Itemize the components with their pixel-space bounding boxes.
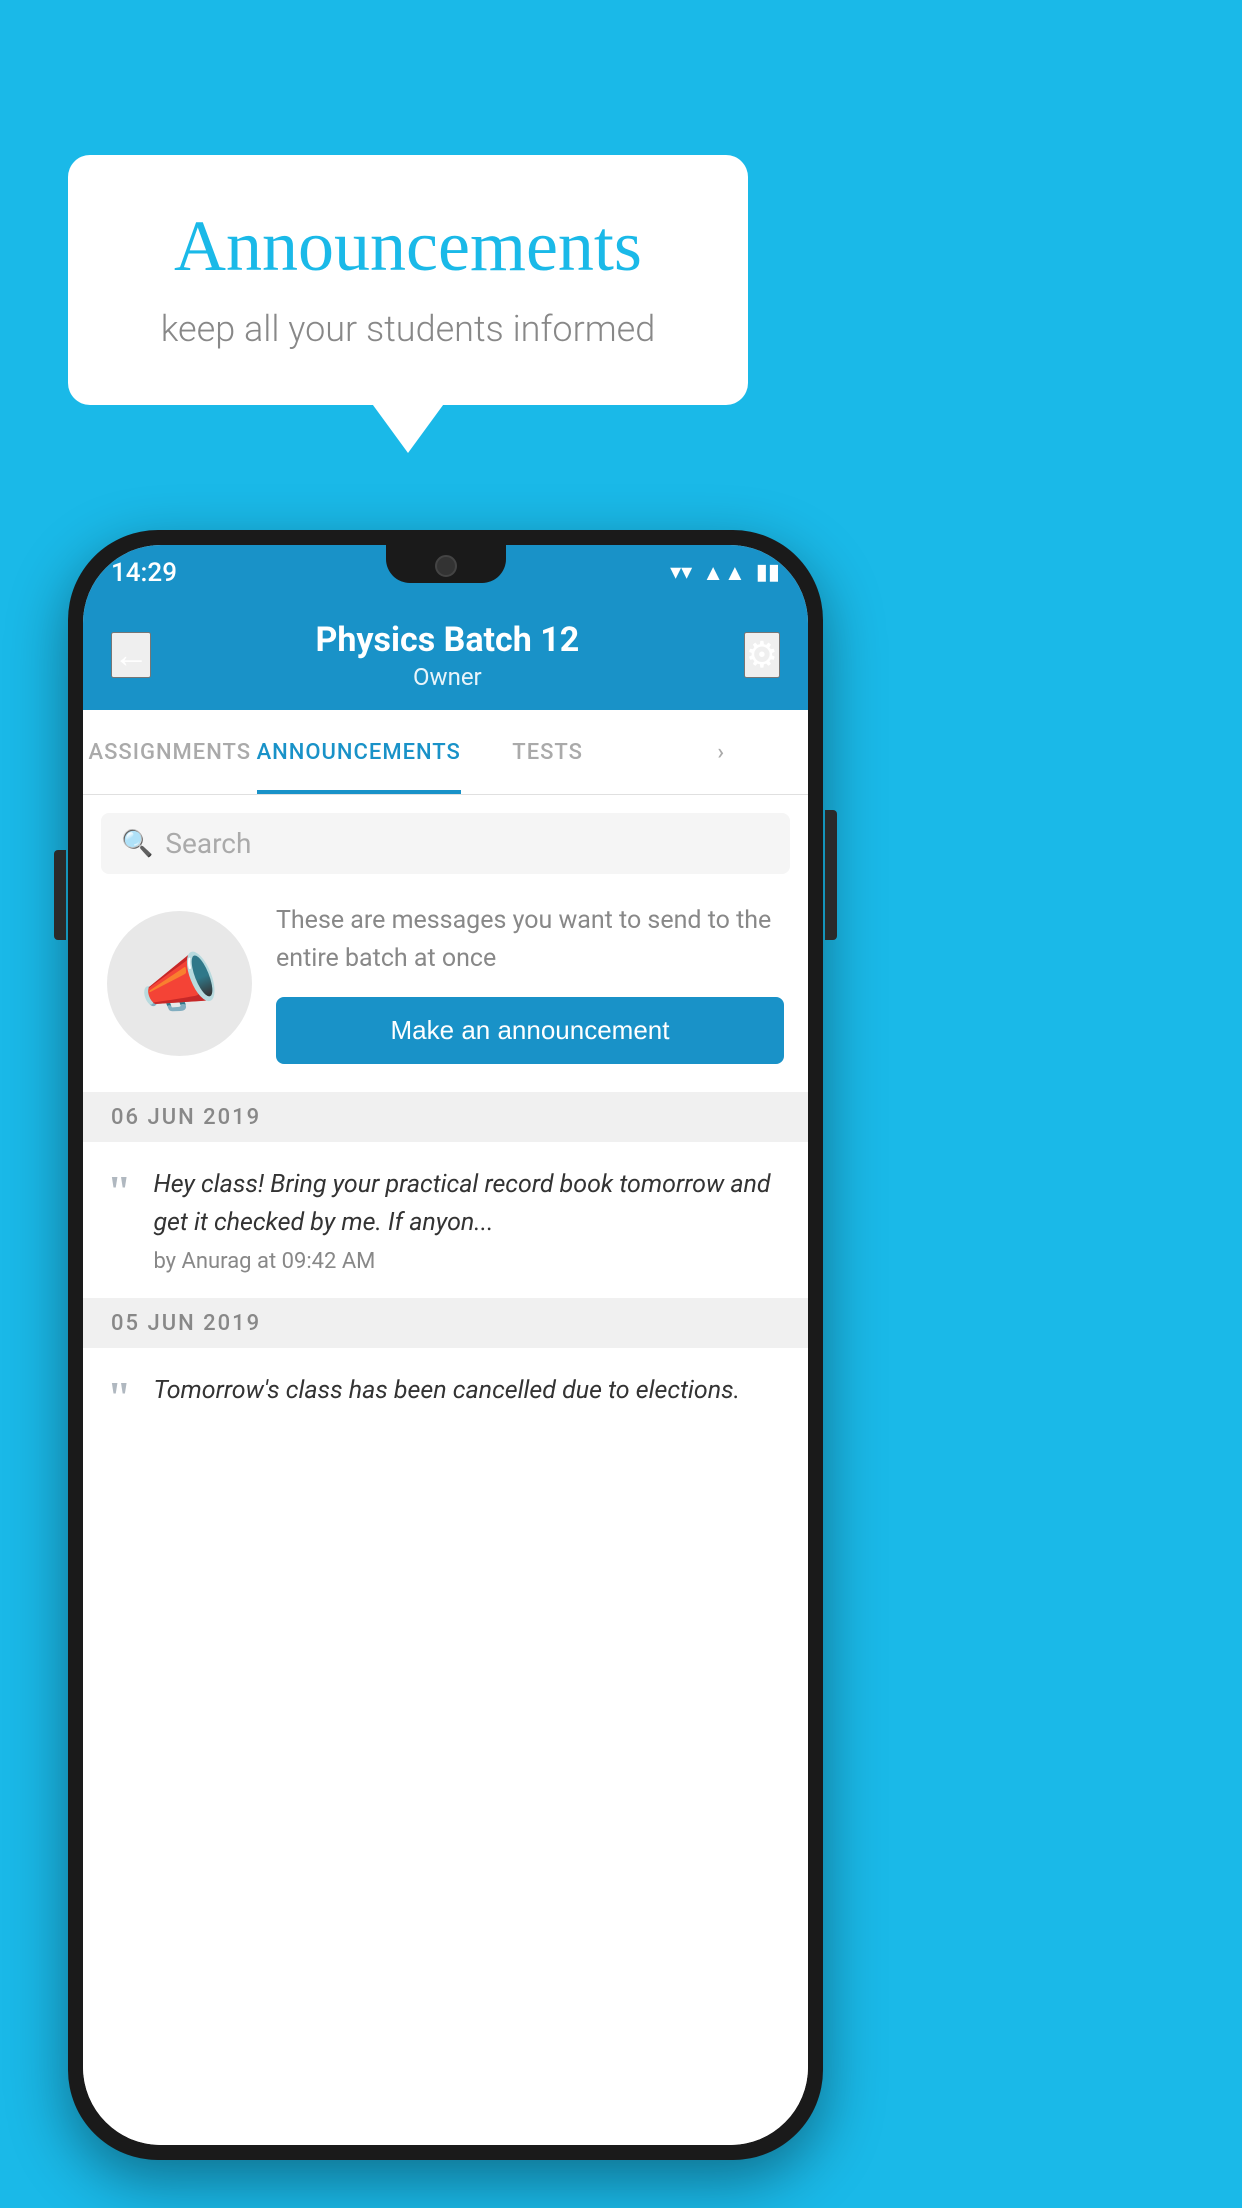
settings-button[interactable]: ⚙ — [744, 632, 780, 678]
speech-bubble: Announcements keep all your students inf… — [68, 155, 748, 405]
status-time: 14:29 — [111, 558, 177, 588]
header-title: Physics Batch 12 — [151, 620, 744, 660]
header-title-block: Physics Batch 12 Owner — [151, 620, 744, 691]
announcement-text-1: Hey class! Bring your practical record b… — [153, 1166, 784, 1241]
tab-assignments[interactable]: ASSIGNMENTS — [83, 710, 257, 794]
quote-icon-1: " — [107, 1170, 131, 1214]
announcement-prompt: 📣 These are messages you want to send to… — [83, 874, 808, 1093]
bubble-subtitle: keep all your students informed — [128, 308, 688, 350]
prompt-right: These are messages you want to send to t… — [276, 902, 784, 1064]
camera — [435, 555, 457, 577]
announcement-item-1[interactable]: " Hey class! Bring your practical record… — [83, 1142, 808, 1299]
megaphone-icon: 📣 — [140, 946, 220, 1021]
tab-announcements[interactable]: ANNOUNCEMENTS — [257, 710, 461, 794]
bubble-title: Announcements — [128, 205, 688, 288]
search-icon: 🔍 — [121, 829, 153, 859]
search-placeholder: Search — [165, 827, 251, 860]
prompt-description: These are messages you want to send to t… — [276, 902, 784, 977]
megaphone-circle: 📣 — [107, 911, 252, 1056]
battery-icon: ▮▮ — [756, 560, 780, 585]
speech-bubble-container: Announcements keep all your students inf… — [68, 155, 748, 405]
make-announcement-button[interactable]: Make an announcement — [276, 997, 784, 1064]
announcement-text-2: Tomorrow's class has been cancelled due … — [153, 1372, 784, 1410]
phone-wrapper: 14:29 ▾▾ ▲▲ ▮▮ ← Physics Batch 12 Owner … — [68, 530, 823, 2160]
date-divider-1: 06 JUN 2019 — [83, 1093, 808, 1142]
app-header: ← Physics Batch 12 Owner ⚙ — [83, 600, 808, 710]
phone-screen: 14:29 ▾▾ ▲▲ ▮▮ ← Physics Batch 12 Owner … — [83, 545, 808, 2145]
notch — [386, 545, 506, 583]
tab-more[interactable]: › — [634, 710, 808, 794]
announcement-content-1: Hey class! Bring your practical record b… — [153, 1166, 784, 1274]
tab-tests[interactable]: TESTS — [461, 710, 635, 794]
date-divider-2: 05 JUN 2019 — [83, 1299, 808, 1348]
phone-outer: 14:29 ▾▾ ▲▲ ▮▮ ← Physics Batch 12 Owner … — [68, 530, 823, 2160]
back-button[interactable]: ← — [111, 632, 151, 678]
announcement-meta-1: by Anurag at 09:42 AM — [153, 1249, 784, 1274]
signal-icon: ▲▲ — [702, 560, 746, 586]
content-area: 🔍 Search 📣 These are messages you want t… — [83, 795, 808, 2145]
tabs-bar: ASSIGNMENTS ANNOUNCEMENTS TESTS › — [83, 710, 808, 795]
header-subtitle: Owner — [151, 663, 744, 691]
quote-icon-2: " — [107, 1376, 131, 1420]
status-icons: ▾▾ ▲▲ ▮▮ — [670, 560, 780, 586]
search-bar[interactable]: 🔍 Search — [101, 813, 790, 874]
wifi-icon: ▾▾ — [670, 560, 692, 585]
announcement-item-2[interactable]: " Tomorrow's class has been cancelled du… — [83, 1348, 808, 1444]
announcement-content-2: Tomorrow's class has been cancelled due … — [153, 1372, 784, 1418]
